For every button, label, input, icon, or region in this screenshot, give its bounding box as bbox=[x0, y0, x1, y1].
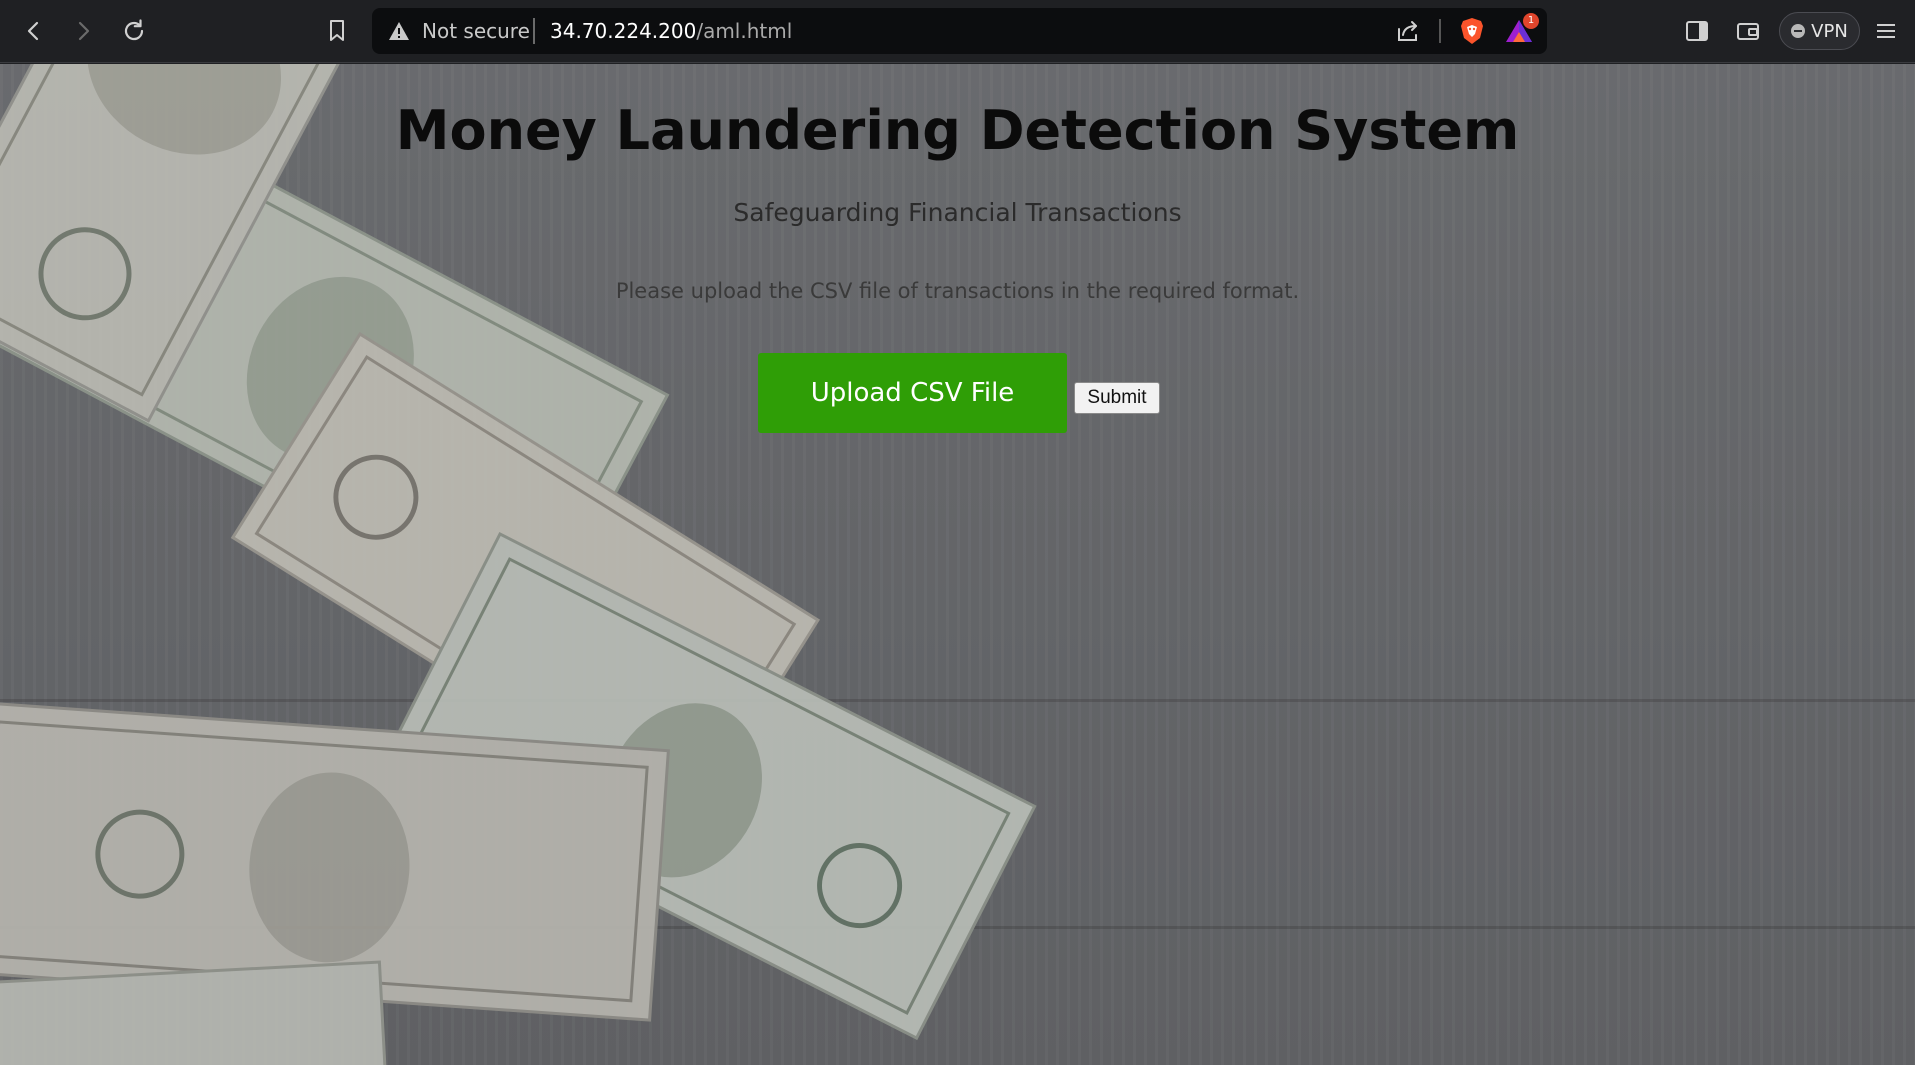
menu-button[interactable] bbox=[1867, 12, 1905, 50]
upload-instructions: Please upload the CSV file of transactio… bbox=[615, 279, 1300, 303]
back-button[interactable] bbox=[15, 12, 53, 50]
submit-button[interactable]: Submit bbox=[1074, 382, 1160, 414]
brave-shields-icon[interactable] bbox=[1457, 16, 1487, 46]
vpn-button[interactable]: VPN bbox=[1779, 12, 1860, 50]
page-title: Money Laundering Detection System bbox=[395, 99, 1520, 162]
warning-icon[interactable] bbox=[388, 20, 410, 42]
divider bbox=[1439, 19, 1441, 43]
wallet-icon bbox=[1737, 23, 1759, 40]
reload-icon bbox=[124, 19, 144, 41]
reload-button[interactable] bbox=[115, 12, 153, 50]
vpn-label: VPN bbox=[1811, 20, 1848, 42]
bookmark-icon bbox=[330, 20, 344, 41]
wallet-button[interactable] bbox=[1729, 12, 1767, 50]
sidebar-button[interactable] bbox=[1678, 12, 1716, 50]
address-bar[interactable]: Not secure 34.70.224.200/aml.html 1 bbox=[372, 8, 1547, 54]
main-content: Money Laundering Detection System Safegu… bbox=[0, 64, 1915, 1065]
upload-csv-button[interactable]: Upload CSV File bbox=[758, 353, 1067, 433]
divider bbox=[533, 18, 535, 44]
vpn-status-icon bbox=[1791, 24, 1806, 38]
bookmark-button[interactable] bbox=[318, 12, 356, 50]
page-viewport: Money Laundering Detection System Safegu… bbox=[0, 64, 1915, 1065]
share-icon[interactable] bbox=[1394, 17, 1422, 45]
chevron-right-icon bbox=[78, 21, 90, 41]
sidebar-icon bbox=[1686, 21, 1708, 41]
rewards-badge: 1 bbox=[1523, 13, 1539, 29]
forward-button[interactable] bbox=[64, 12, 102, 50]
security-status[interactable]: Not secure bbox=[422, 20, 530, 42]
url-host: 34.70.224.200 bbox=[550, 19, 697, 43]
chevron-left-icon bbox=[27, 21, 39, 41]
page-subtitle: Safeguarding Financial Transactions bbox=[733, 198, 1182, 227]
browser-toolbar: Not secure 34.70.224.200/aml.html 1 VPN bbox=[0, 0, 1915, 63]
url-path: /aml.html bbox=[696, 19, 793, 43]
hamburger-menu-icon bbox=[1877, 24, 1895, 38]
url-text[interactable]: 34.70.224.200/aml.html bbox=[550, 20, 792, 42]
